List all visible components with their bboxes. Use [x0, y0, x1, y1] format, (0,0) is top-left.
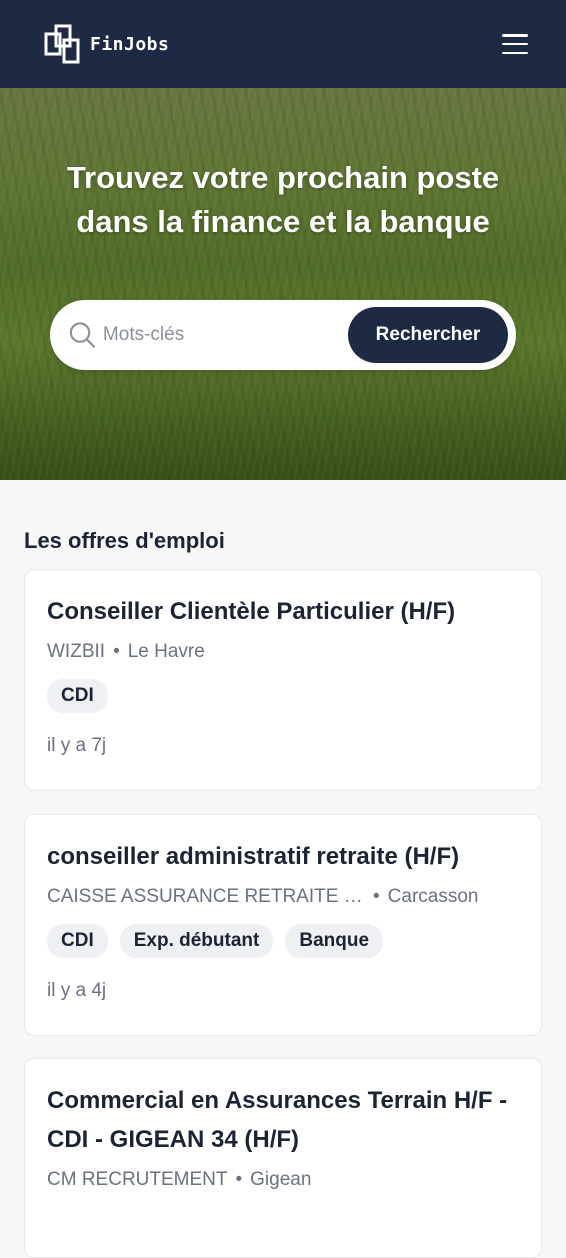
- job-posted-date: il y a 7j: [47, 735, 107, 756]
- job-offers-heading: Les offres d'emploi: [24, 528, 225, 553]
- hero-banner: Trouvez votre prochain poste dans la fin…: [0, 88, 566, 480]
- job-meta: CAISSE ASSURANCE RETRAITE ET... • Carcas…: [47, 886, 519, 908]
- finjobs-logo-icon: [44, 24, 80, 64]
- hero-title: Trouvez votre prochain poste dans la fin…: [66, 160, 500, 239]
- separator-dot: •: [235, 1169, 243, 1190]
- job-card[interactable]: conseiller administratif retraite (H/F) …: [24, 814, 542, 1036]
- job-location: Carcasson: [387, 886, 479, 907]
- job-title[interactable]: conseiller administratif retraite (H/F): [47, 837, 519, 876]
- job-company: CM RECRUTEMENT: [47, 1169, 228, 1190]
- job-tag: Banque: [285, 924, 384, 958]
- job-tag: Exp. débutant: [119, 924, 274, 958]
- job-card[interactable]: Commercial en Assurances Terrain H/F - C…: [24, 1058, 542, 1258]
- search-input[interactable]: [102, 324, 348, 346]
- job-title[interactable]: Conseiller Clientèle Particulier (H/F): [47, 592, 519, 631]
- brand-name: FinJobs: [90, 33, 170, 55]
- job-company: WIZBII: [47, 641, 106, 662]
- job-location: Gigean: [250, 1169, 312, 1190]
- job-title[interactable]: Commercial en Assurances Terrain H/F - C…: [47, 1081, 519, 1159]
- job-posted-date: il y a 4j: [47, 980, 107, 1001]
- job-company: CAISSE ASSURANCE RETRAITE ET...: [47, 886, 365, 907]
- job-tags: CDI Exp. débutant Banque: [47, 924, 519, 958]
- job-location: Le Havre: [127, 641, 205, 662]
- job-card[interactable]: Conseiller Clientèle Particulier (H/F) W…: [24, 569, 542, 791]
- app-header: FinJobs: [0, 0, 566, 88]
- job-meta: WIZBII • Le Havre: [47, 641, 519, 663]
- job-tag: CDI: [47, 924, 108, 958]
- brand-logo[interactable]: FinJobs: [44, 24, 169, 64]
- search-button[interactable]: Rechercher: [347, 307, 508, 363]
- search-bar: Rechercher: [50, 300, 516, 370]
- job-tags: CDI: [47, 679, 519, 713]
- hamburger-menu-icon[interactable]: [502, 34, 528, 54]
- job-meta: CM RECRUTEMENT • Gigean: [47, 1169, 519, 1191]
- search-icon: [69, 322, 96, 348]
- separator-dot: •: [113, 641, 120, 662]
- separator-dot: •: [373, 886, 380, 907]
- job-tag: CDI: [47, 679, 108, 713]
